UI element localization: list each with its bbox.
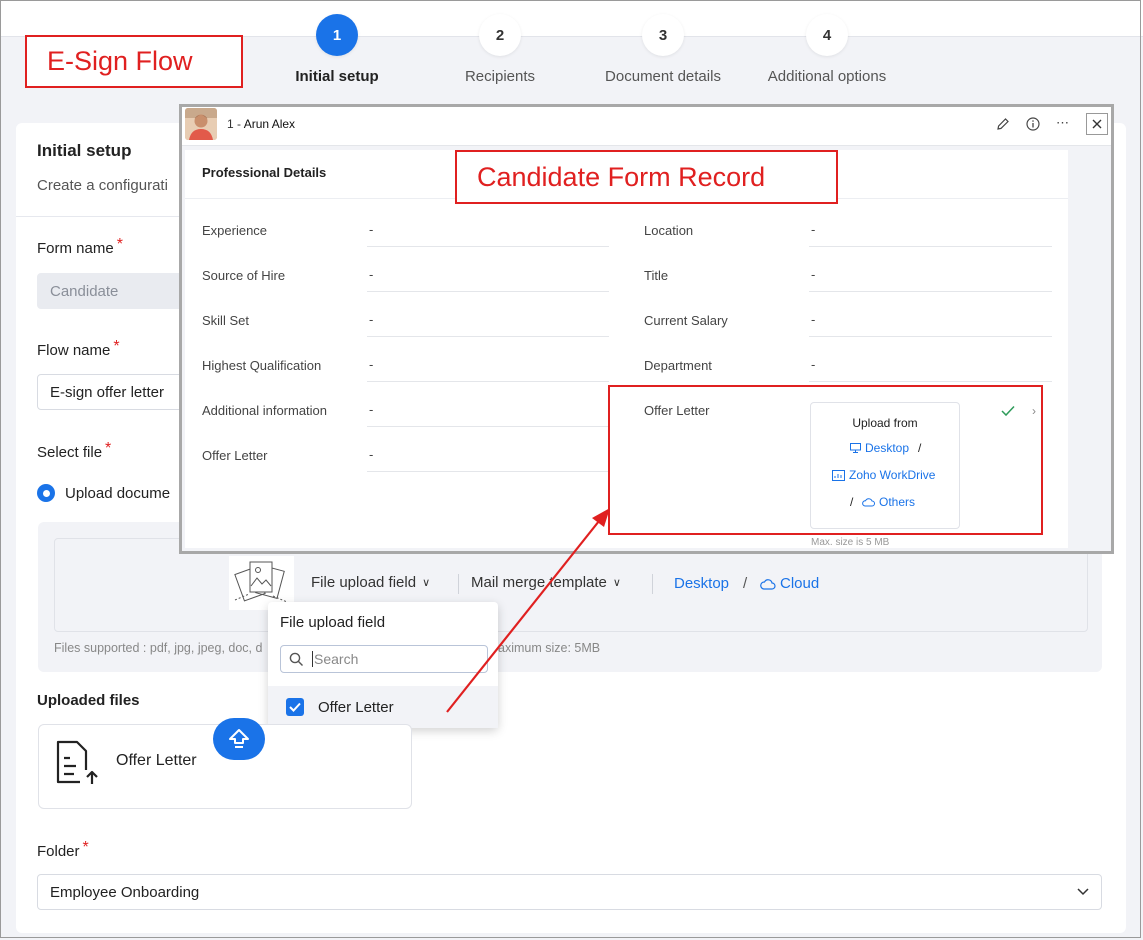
field-label-location: Location bbox=[644, 223, 694, 238]
uploaded-files-title: Uploaded files bbox=[37, 692, 140, 709]
upload-arrow-icon bbox=[229, 729, 249, 748]
divider bbox=[16, 216, 186, 217]
field-label-offer-letter: Offer Letter bbox=[202, 448, 268, 463]
step-4[interactable]: 4 Additional options bbox=[752, 14, 902, 85]
form-name-field: Candidate bbox=[37, 273, 187, 309]
field-label-experience: Experience bbox=[202, 223, 268, 238]
field-label-additional-information: Additional information bbox=[202, 403, 328, 418]
step-1[interactable]: 1 Initial setup bbox=[287, 14, 387, 85]
avatar bbox=[185, 108, 217, 140]
field-value-skill-set[interactable]: - bbox=[369, 312, 373, 327]
text-cursor bbox=[312, 651, 313, 667]
page-title: Initial setup bbox=[37, 141, 132, 160]
step-3-label: Document details bbox=[605, 68, 721, 85]
field-value-current-salary[interactable]: - bbox=[811, 312, 815, 327]
flow-name-field[interactable]: E-sign offer letter bbox=[37, 374, 187, 410]
record-title: 1 - Arun Alex bbox=[227, 117, 296, 131]
field-underline bbox=[367, 291, 609, 292]
checkbox-checked-icon[interactable] bbox=[286, 698, 304, 716]
search-icon bbox=[289, 652, 303, 666]
folder-label: Folder * bbox=[37, 839, 89, 860]
field-value-offer-letter[interactable]: - bbox=[369, 447, 373, 462]
field-underline bbox=[809, 291, 1052, 292]
annotation-candidate-form-record: Candidate Form Record bbox=[455, 150, 838, 204]
step-4-number: 4 bbox=[806, 14, 848, 56]
close-icon bbox=[1092, 119, 1102, 129]
file-upload-icon bbox=[54, 740, 102, 791]
field-underline bbox=[809, 336, 1052, 337]
uploaded-file-name: Offer Letter bbox=[116, 752, 197, 769]
flow-name-label: Flow name * bbox=[37, 338, 120, 359]
field-value-title[interactable]: - bbox=[811, 267, 815, 282]
files-supported-text: Files supported : pdf, jpg, jpeg, doc, d bbox=[54, 641, 263, 655]
step-2-label: Recipients bbox=[464, 68, 536, 85]
desktop-upload-link[interactable]: Desktop bbox=[674, 575, 729, 592]
annotation-candidate-form-record-text: Candidate Form Record bbox=[477, 161, 766, 192]
field-label-source-of-hire: Source of Hire bbox=[202, 268, 286, 283]
separator: / bbox=[743, 575, 748, 592]
more-options-icon[interactable]: ⋯ bbox=[1056, 115, 1070, 131]
top-bar bbox=[0, 0, 1143, 37]
field-underline bbox=[367, 381, 609, 382]
cloud-icon bbox=[760, 578, 776, 590]
section-title: Professional Details bbox=[202, 165, 327, 180]
upload-document-option[interactable]: Upload docume bbox=[37, 484, 170, 502]
annotation-esign-flow-text: E-Sign Flow bbox=[47, 46, 193, 76]
dropdown-title: File upload field bbox=[280, 614, 386, 631]
edit-icon[interactable] bbox=[996, 117, 1010, 136]
field-label-current-salary: Current Salary bbox=[644, 313, 728, 328]
field-value-experience[interactable]: - bbox=[369, 222, 373, 237]
upload-max-size-text: Max. size is 5 MB bbox=[811, 537, 890, 548]
chevron-down-icon bbox=[1077, 888, 1089, 896]
annotation-esign-flow: E-Sign Flow bbox=[25, 35, 243, 88]
step-1-number: 1 bbox=[316, 14, 358, 56]
annotation-arrow bbox=[446, 508, 610, 713]
select-file-label: Select file * bbox=[37, 440, 112, 461]
field-underline bbox=[367, 246, 609, 247]
field-label-skill-set: Skill Set bbox=[202, 313, 249, 328]
page-subtitle: Create a configurati bbox=[37, 177, 168, 194]
upload-fab-button[interactable] bbox=[213, 718, 265, 760]
field-label-highest-qualification: Highest Qualification bbox=[202, 358, 322, 373]
annotation-highlight-box bbox=[608, 385, 1043, 535]
file-upload-field-toggle[interactable]: File upload field ∨ bbox=[311, 574, 430, 591]
field-underline bbox=[367, 471, 609, 472]
field-value-highest-qualification[interactable]: - bbox=[369, 357, 373, 372]
cloud-upload-link[interactable]: Cloud bbox=[760, 575, 819, 592]
field-value-department[interactable]: - bbox=[811, 357, 815, 372]
field-underline bbox=[809, 381, 1052, 382]
form-name-label: Form name * bbox=[37, 236, 123, 257]
field-underline bbox=[367, 426, 609, 427]
divider bbox=[652, 574, 653, 594]
step-4-label: Additional options bbox=[767, 68, 887, 85]
field-label-title: Title bbox=[644, 268, 669, 283]
step-3-number: 3 bbox=[642, 14, 684, 56]
record-header bbox=[182, 107, 1111, 146]
field-value-location[interactable]: - bbox=[811, 222, 815, 237]
step-2-number: 2 bbox=[479, 14, 521, 56]
step-1-label: Initial setup bbox=[295, 68, 379, 85]
field-label-department: Department bbox=[644, 358, 712, 373]
upload-document-radio[interactable] bbox=[37, 484, 55, 502]
field-value-source-of-hire[interactable]: - bbox=[369, 267, 373, 282]
field-value-additional-information[interactable]: - bbox=[369, 402, 373, 417]
info-icon[interactable] bbox=[1026, 117, 1040, 136]
field-underline bbox=[809, 246, 1052, 247]
step-2[interactable]: 2 Recipients bbox=[450, 14, 550, 85]
folder-select[interactable]: Employee Onboarding bbox=[37, 874, 1102, 910]
close-button[interactable] bbox=[1086, 113, 1108, 135]
step-3[interactable]: 3 Document details bbox=[593, 14, 733, 85]
chevron-down-icon: ∨ bbox=[422, 577, 431, 589]
field-underline bbox=[367, 336, 609, 337]
